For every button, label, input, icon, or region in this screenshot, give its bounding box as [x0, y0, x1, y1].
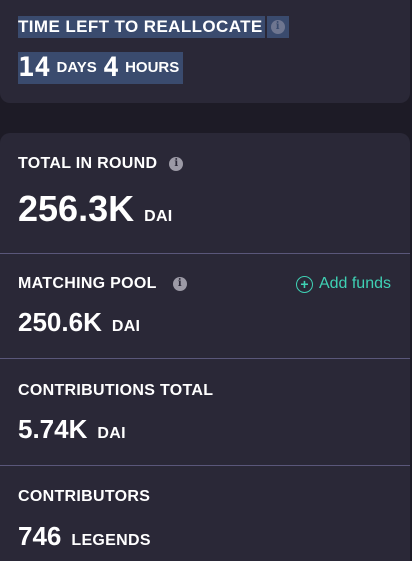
matching-pool-value: 250.6K	[18, 307, 102, 337]
total-in-round-unit: DAI	[144, 208, 173, 225]
total-in-round-value: 256.3K	[18, 188, 135, 229]
hours-unit: HOURS	[125, 59, 180, 76]
info-icon[interactable]: i	[169, 157, 184, 171]
matching-pool-unit: DAI	[111, 318, 141, 335]
contributors-unit: LEGENDS	[71, 532, 151, 549]
time-left-value: 14 DAYS 4 HOURS	[18, 52, 184, 84]
divider	[0, 253, 410, 254]
contributors-value: 746	[18, 521, 62, 551]
total-in-round-value-row: 256.3K DAI	[18, 187, 173, 231]
total-in-round-label: TOTAL IN ROUND	[18, 155, 158, 172]
info-icon[interactable]: i	[172, 277, 187, 291]
contributors-label: CONTRIBUTORS	[18, 488, 151, 505]
plus-circle-icon: +	[295, 275, 313, 293]
add-funds-label: Add funds	[318, 275, 391, 292]
round-stats-card: TOTAL IN ROUND i 256.3K DAI MATCHING POO…	[0, 133, 410, 561]
contributions-total-label: CONTRIBUTIONS TOTAL	[18, 382, 214, 399]
info-icon: i	[270, 20, 285, 34]
contributors-header: CONTRIBUTORS	[18, 487, 150, 507]
contributors-value-row: 746 LEGENDS	[18, 519, 151, 553]
total-in-round-header: TOTAL IN ROUND i	[18, 154, 184, 174]
time-left-card: TIME LEFT TO REALLOCATE i 14 DAYS 4 HOUR…	[0, 0, 410, 103]
matching-pool-label: MATCHING POOL	[18, 275, 157, 292]
contributions-total-unit: DAI	[97, 425, 126, 442]
round-sidebar: TIME LEFT TO REALLOCATE i 14 DAYS 4 HOUR…	[0, 0, 412, 561]
add-funds-button[interactable]: + Add funds	[295, 275, 391, 293]
contributions-total-header: CONTRIBUTIONS TOTAL	[18, 381, 213, 401]
hours-value: 4	[102, 52, 120, 83]
contributions-total-value-row: 5.74K DAI	[18, 412, 126, 446]
contributions-total-value: 5.74K	[18, 414, 88, 444]
divider	[0, 465, 410, 466]
time-left-header: TIME LEFT TO REALLOCATE i	[18, 16, 289, 38]
days-value: 14	[18, 52, 51, 83]
time-left-title: TIME LEFT TO REALLOCATE	[18, 16, 265, 38]
divider	[0, 358, 410, 359]
matching-pool-value-row: 250.6K DAI	[18, 305, 140, 339]
matching-pool-header: MATCHING POOL i	[18, 274, 187, 294]
time-left-info-button[interactable]: i	[266, 16, 289, 38]
days-unit: DAYS	[56, 59, 97, 76]
